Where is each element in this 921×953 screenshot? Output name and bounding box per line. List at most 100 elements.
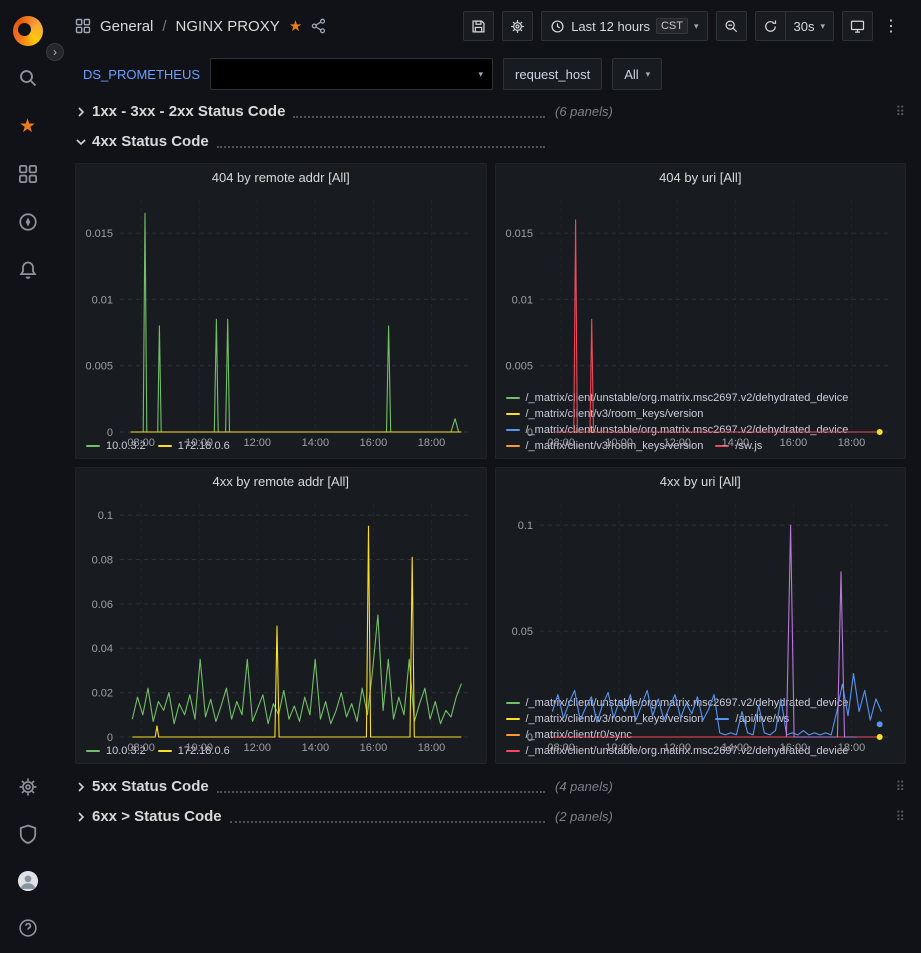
row-panel-count: (2 panels) <box>555 809 613 824</box>
svg-text:0.1: 0.1 <box>98 510 113 522</box>
panel-4xx-by-remote-addr: 4xx by remote addr [All] 0 0.02 0.04 0.06 0.… <box>75 467 487 764</box>
row-title: 5xx Status Code <box>92 778 209 795</box>
caret-down-icon: ▾ <box>820 22 825 31</box>
row-1xx-3xx-2xx-status-code[interactable]: 1xx - 3xx - 2xx Status Code (6 panels) ⠿ <box>75 97 906 126</box>
chart-404-by-remote-addr[interactable]: 00.0050.010.01508:0010:0012:0014:0016:00… <box>76 190 486 438</box>
time-range-picker[interactable]: Last 12 hours CST ▾ <box>541 11 707 41</box>
topbar: General / NGINX PROXY ★ Last 12 hours <box>55 0 921 52</box>
apps-grid-icon <box>75 18 91 34</box>
chart-404-by-uri[interactable]: 00.0050.010.01508:0010:0012:0014:0016:00… <box>496 190 906 390</box>
grafana-app: ★ › <box>0 0 921 953</box>
zoom-out-button[interactable] <box>716 11 747 41</box>
svg-text:18:00: 18:00 <box>837 437 865 449</box>
panel-404-by-remote-addr: 404 by remote addr [All] 00.0050.010.015… <box>75 163 487 459</box>
row-6xx-status-code[interactable]: 6xx > Status Code (2 panels) ⠿ <box>75 802 906 831</box>
kebab-menu-icon[interactable]: ⋮ <box>881 16 901 36</box>
chevron-right-icon <box>75 811 87 823</box>
cycle-view-monitor-button[interactable] <box>842 11 873 41</box>
starred-icon[interactable]: ★ <box>0 102 55 150</box>
row-panel-count: (4 panels) <box>555 779 613 794</box>
time-range-label: Last 12 hours <box>571 19 650 34</box>
caret-down-icon: ▾ <box>694 22 699 31</box>
svg-text:14:00: 14:00 <box>302 742 330 754</box>
panel-title[interactable]: 4xx by uri [All] <box>496 468 906 494</box>
svg-text:12:00: 12:00 <box>244 437 272 449</box>
panel-title[interactable]: 404 by uri [All] <box>496 164 906 190</box>
svg-text:10:00: 10:00 <box>605 742 633 754</box>
user-avatar[interactable] <box>0 857 55 904</box>
svg-text:0: 0 <box>107 427 113 439</box>
svg-text:18:00: 18:00 <box>418 742 446 754</box>
timezone-badge: CST <box>656 18 688 34</box>
svg-text:0.005: 0.005 <box>85 361 113 373</box>
drag-handle-icon[interactable]: ⠿ <box>895 104 906 120</box>
topbar-actions: Last 12 hours CST ▾ 30s ▾ <box>463 11 901 41</box>
row-panel-count: (6 panels) <box>555 104 613 119</box>
sidebar-expand-button[interactable]: › <box>46 43 64 61</box>
svg-text:0.05: 0.05 <box>511 626 532 638</box>
request-host-variable-label[interactable]: request_host <box>503 58 602 90</box>
svg-text:0.04: 0.04 <box>92 643 113 655</box>
submenu: DS_PROMETHEUS ▾ request_host All ▾ <box>55 52 921 96</box>
panel-grid: 404 by remote addr [All] 00.0050.010.015… <box>75 163 906 764</box>
share-icon[interactable] <box>311 18 327 34</box>
drag-handle-icon[interactable]: ⠿ <box>895 809 906 825</box>
svg-text:10:00: 10:00 <box>185 742 213 754</box>
datasource-variable-label[interactable]: DS_PROMETHEUS <box>83 67 200 82</box>
help-icon[interactable] <box>0 904 55 951</box>
row-5xx-status-code[interactable]: 5xx Status Code (4 panels) ⠿ <box>75 772 906 801</box>
sidebar-bottom <box>0 763 55 953</box>
server-admin-shield-icon[interactable] <box>0 810 55 857</box>
svg-text:14:00: 14:00 <box>721 742 749 754</box>
chart-4xx-by-uri[interactable]: 00.050.108:0010:0012:0014:0016:0018:00 <box>496 494 906 695</box>
svg-text:0.06: 0.06 <box>92 599 113 611</box>
svg-text:16:00: 16:00 <box>779 742 807 754</box>
grafana-flame-icon <box>13 16 43 46</box>
drag-handle-icon[interactable]: ⠿ <box>895 779 906 795</box>
row-4xx-status-code[interactable]: 4xx Status Code <box>75 127 906 156</box>
search-icon[interactable] <box>0 54 55 102</box>
refresh-interval-label: 30s <box>794 19 815 34</box>
sidebar: ★ <box>0 0 55 953</box>
svg-text:14:00: 14:00 <box>302 437 330 449</box>
alerting-bell-icon[interactable] <box>0 246 55 294</box>
clock-icon <box>550 19 565 34</box>
svg-text:12:00: 12:00 <box>663 437 691 449</box>
chevron-right-icon <box>75 106 87 118</box>
panel-title[interactable]: 404 by remote addr [All] <box>76 164 486 190</box>
datasource-variable-select[interactable]: ▾ <box>210 58 493 90</box>
dashboard-settings-button[interactable] <box>502 11 533 41</box>
svg-text:0.005: 0.005 <box>505 361 533 373</box>
row-dotted-leader <box>230 811 545 823</box>
refresh-icon-button[interactable] <box>755 11 786 41</box>
svg-text:0.01: 0.01 <box>92 294 113 306</box>
svg-text:0.01: 0.01 <box>511 294 532 306</box>
svg-text:0.1: 0.1 <box>517 520 532 532</box>
svg-text:16:00: 16:00 <box>360 742 388 754</box>
request-host-variable-select[interactable]: All ▾ <box>612 58 662 90</box>
svg-text:10:00: 10:00 <box>185 437 213 449</box>
caret-down-icon: ▾ <box>646 70 651 79</box>
svg-text:0: 0 <box>107 732 113 744</box>
panel-404-by-uri: 404 by uri [All] 00.0050.010.01508:0010:… <box>495 163 907 459</box>
folder-name[interactable]: General <box>100 18 153 35</box>
caret-down-icon: ▾ <box>479 70 484 79</box>
panel-title[interactable]: 4xx by remote addr [All] <box>76 468 486 494</box>
dashboard-body: 1xx - 3xx - 2xx Status Code (6 panels) ⠿… <box>55 96 921 953</box>
svg-text:14:00: 14:00 <box>721 437 749 449</box>
configuration-gear-icon[interactable] <box>0 763 55 810</box>
dashboards-icon[interactable] <box>0 150 55 198</box>
svg-text:12:00: 12:00 <box>244 742 272 754</box>
svg-text:08:00: 08:00 <box>127 742 155 754</box>
save-dashboard-button[interactable] <box>463 11 494 41</box>
svg-text:08:00: 08:00 <box>547 437 575 449</box>
svg-text:0.02: 0.02 <box>92 688 113 700</box>
explore-compass-icon[interactable] <box>0 198 55 246</box>
chart-4xx-by-remote-addr[interactable]: 00.020.040.060.080.108:0010:0012:0014:00… <box>76 494 486 743</box>
dashboard-title[interactable]: NGINX PROXY <box>176 18 280 35</box>
svg-text:16:00: 16:00 <box>779 437 807 449</box>
refresh-interval-picker[interactable]: 30s ▾ <box>786 11 835 41</box>
row-dotted-leader <box>217 136 545 148</box>
favorite-star-icon[interactable]: ★ <box>289 17 302 35</box>
refresh-button-group: 30s ▾ <box>755 11 835 41</box>
